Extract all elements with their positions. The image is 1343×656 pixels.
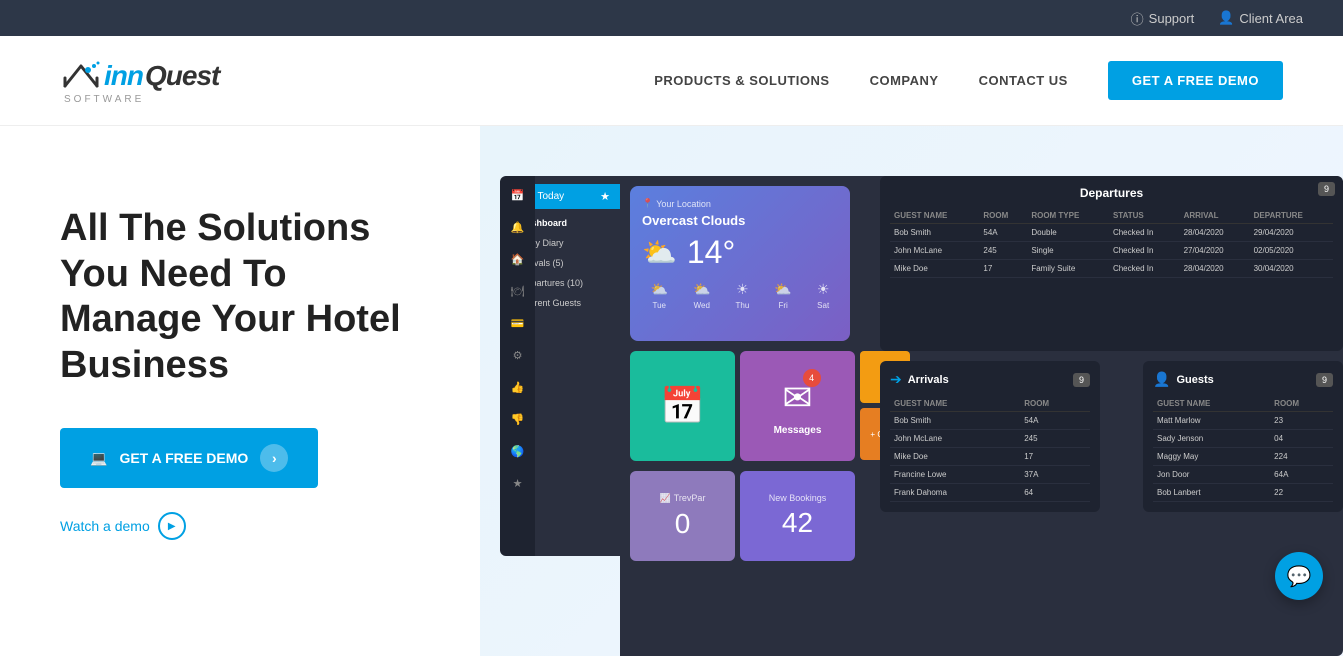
calendar-sidebar-icon: 📅 xyxy=(509,186,527,204)
table-row: Sady Jenson04 xyxy=(1153,430,1333,448)
guests-title-text: Guests xyxy=(1176,374,1213,386)
client-area-link[interactable]: 👤 Client Area xyxy=(1218,10,1303,26)
header-demo-button[interactable]: GET A FREE DEMO xyxy=(1108,61,1283,100)
col-departure: Departure xyxy=(1250,208,1333,224)
bookings-value: 42 xyxy=(782,507,813,539)
watch-demo-link[interactable]: Watch a demo ▶ xyxy=(60,512,420,540)
card-sidebar-icon: 💳 xyxy=(509,314,527,332)
guests-panel: 👤 Guests 9 Guest name Room Matt Marlow xyxy=(1143,361,1343,512)
food-sidebar-icon: 🍽 xyxy=(509,282,527,300)
guests-badge: 9 xyxy=(1316,373,1333,387)
table-row: John McLane 245 Single Checked In 27/04/… xyxy=(890,242,1333,260)
arrivals-icon: ➔ xyxy=(890,371,902,388)
arrivals-badge: 9 xyxy=(1073,373,1090,387)
nav-company[interactable]: COMPANY xyxy=(870,73,939,88)
col-room: Room xyxy=(979,208,1027,224)
col-arrival: Arrival xyxy=(1180,208,1250,224)
hero-demo-button[interactable]: 💻 GET A FREE DEMO › xyxy=(60,428,318,488)
table-row: Matt Marlow23 xyxy=(1153,412,1333,430)
arrivals-table: Guest name Room Bob Smith54A John McLane… xyxy=(890,396,1090,502)
arrivals-title-text: Arrivals xyxy=(908,374,949,386)
arrow-icon: › xyxy=(260,444,288,472)
table-row: John McLane245 xyxy=(890,430,1090,448)
table-row: Mike Doe17 xyxy=(890,448,1090,466)
calendar-tile[interactable]: 📅 xyxy=(630,351,735,461)
weather-forecast: ⛅Tue ⛅Wed ☀Thu ⛅Fri ☀Sat xyxy=(642,281,838,310)
guests-icon: 👤 xyxy=(1153,371,1170,388)
messages-tile[interactable]: ✉ 4 Messages xyxy=(740,351,855,461)
hero-title: All The Solutions You Need To Manage You… xyxy=(60,206,420,388)
nav-products[interactable]: PRODUCTS & SOLUTIONS xyxy=(654,73,829,88)
trevpar-value: 0 xyxy=(675,508,691,540)
logo-quest: Quest xyxy=(145,60,219,92)
logo-icon xyxy=(60,56,102,92)
departures-panel: Departures 9 Guest name Room Room type S… xyxy=(880,176,1343,351)
chat-icon: 💬 xyxy=(1287,564,1312,589)
logo[interactable]: innQuest SOFTWARE xyxy=(60,56,219,105)
table-row: Bob Smith 54A Double Checked In 28/04/20… xyxy=(890,224,1333,242)
gear-sidebar-icon: ⚙ xyxy=(509,346,527,364)
user-icon: 👤 xyxy=(1218,10,1234,26)
thumbdown-sidebar-icon: 👎 xyxy=(509,410,527,428)
col-guest-name: Guest name xyxy=(890,208,979,224)
arrivals-panel: ➔ Arrivals 9 Guest name Room Bob Smith5 xyxy=(880,361,1100,512)
play-icon: ▶ xyxy=(158,512,186,540)
dashboard-mockup: 📅 🔔 🏠 🍽 💳 ⚙ 👍 👎 🌎 ★ 📅 Today ★ xyxy=(500,146,1343,656)
messages-label: Messages xyxy=(774,425,822,436)
header: innQuest SOFTWARE PRODUCTS & SOLUTIONS C… xyxy=(0,36,1343,126)
globe-sidebar-icon: 🌎 xyxy=(509,442,527,460)
table-row: Jon Door64A xyxy=(1153,466,1333,484)
thumbup-sidebar-icon: 👍 xyxy=(509,378,527,396)
hero-section: All The Solutions You Need To Manage You… xyxy=(0,126,1343,656)
weather-widget: 📍 Your Location Overcast Clouds ⛅ 14° ⛅T… xyxy=(630,186,850,341)
departures-title: Departures xyxy=(890,186,1333,200)
weather-temp: 14° xyxy=(687,234,735,271)
sidebar-icons: 📅 🔔 🏠 🍽 💳 ⚙ 👍 👎 🌎 ★ xyxy=(500,176,535,556)
bell-sidebar-icon: 🔔 xyxy=(509,218,527,236)
departures-table: Guest name Room Room type Status Arrival… xyxy=(890,208,1333,278)
support-icon: ⓘ xyxy=(1131,9,1144,28)
table-row: Francine Lowe37A xyxy=(890,466,1090,484)
logo-sub: SOFTWARE xyxy=(64,94,219,105)
bookings-label: New Bookings xyxy=(769,493,827,503)
hero-dashboard: 📅 🔔 🏠 🍽 💳 ⚙ 👍 👎 🌎 ★ 📅 Today ★ xyxy=(480,126,1343,656)
bed-sidebar-icon: 🏠 xyxy=(509,250,527,268)
table-row: Bob Smith54A xyxy=(890,412,1090,430)
weather-location: 📍 Your Location xyxy=(642,198,838,209)
calendar-tile-icon: 📅 xyxy=(660,385,705,427)
nav-contact[interactable]: CONTACT US xyxy=(979,73,1068,88)
star-sidebar-icon: ★ xyxy=(509,474,527,492)
support-link[interactable]: ⓘ Support xyxy=(1131,9,1195,28)
messages-badge: 4 xyxy=(803,369,821,387)
departures-badge: 9 xyxy=(1318,182,1335,196)
col-status: Status xyxy=(1109,208,1180,224)
messages-icon: ✉ 4 xyxy=(782,377,812,419)
table-row: Maggy May224 xyxy=(1153,448,1333,466)
main-content-area: 📍 Your Location Overcast Clouds ⛅ 14° ⛅T… xyxy=(620,176,1343,656)
weather-cloud-icon: ⛅ xyxy=(642,236,677,269)
top-bar: ⓘ Support 👤 Client Area xyxy=(0,0,1343,36)
monitor-icon: 💻 xyxy=(90,450,107,467)
weather-condition: Overcast Clouds xyxy=(642,213,838,228)
table-row: Bob Lanbert22 xyxy=(1153,484,1333,502)
table-row: Mike Doe 17 Family Suite Checked In 28/0… xyxy=(890,260,1333,278)
main-nav: PRODUCTS & SOLUTIONS COMPANY CONTACT US … xyxy=(654,61,1283,100)
trevpar-tile: 📈TrevPar 0 xyxy=(630,471,735,561)
chat-bubble[interactable]: 💬 xyxy=(1275,552,1323,600)
table-row: Frank Dahoma64 xyxy=(890,484,1090,502)
bookings-tile: New Bookings 42 xyxy=(740,471,855,561)
hero-content: All The Solutions You Need To Manage You… xyxy=(0,126,480,620)
col-room-type: Room type xyxy=(1027,208,1109,224)
logo-inn: inn xyxy=(104,60,143,92)
guests-table: Guest name Room Matt Marlow23 Sady Jenso… xyxy=(1153,396,1333,502)
